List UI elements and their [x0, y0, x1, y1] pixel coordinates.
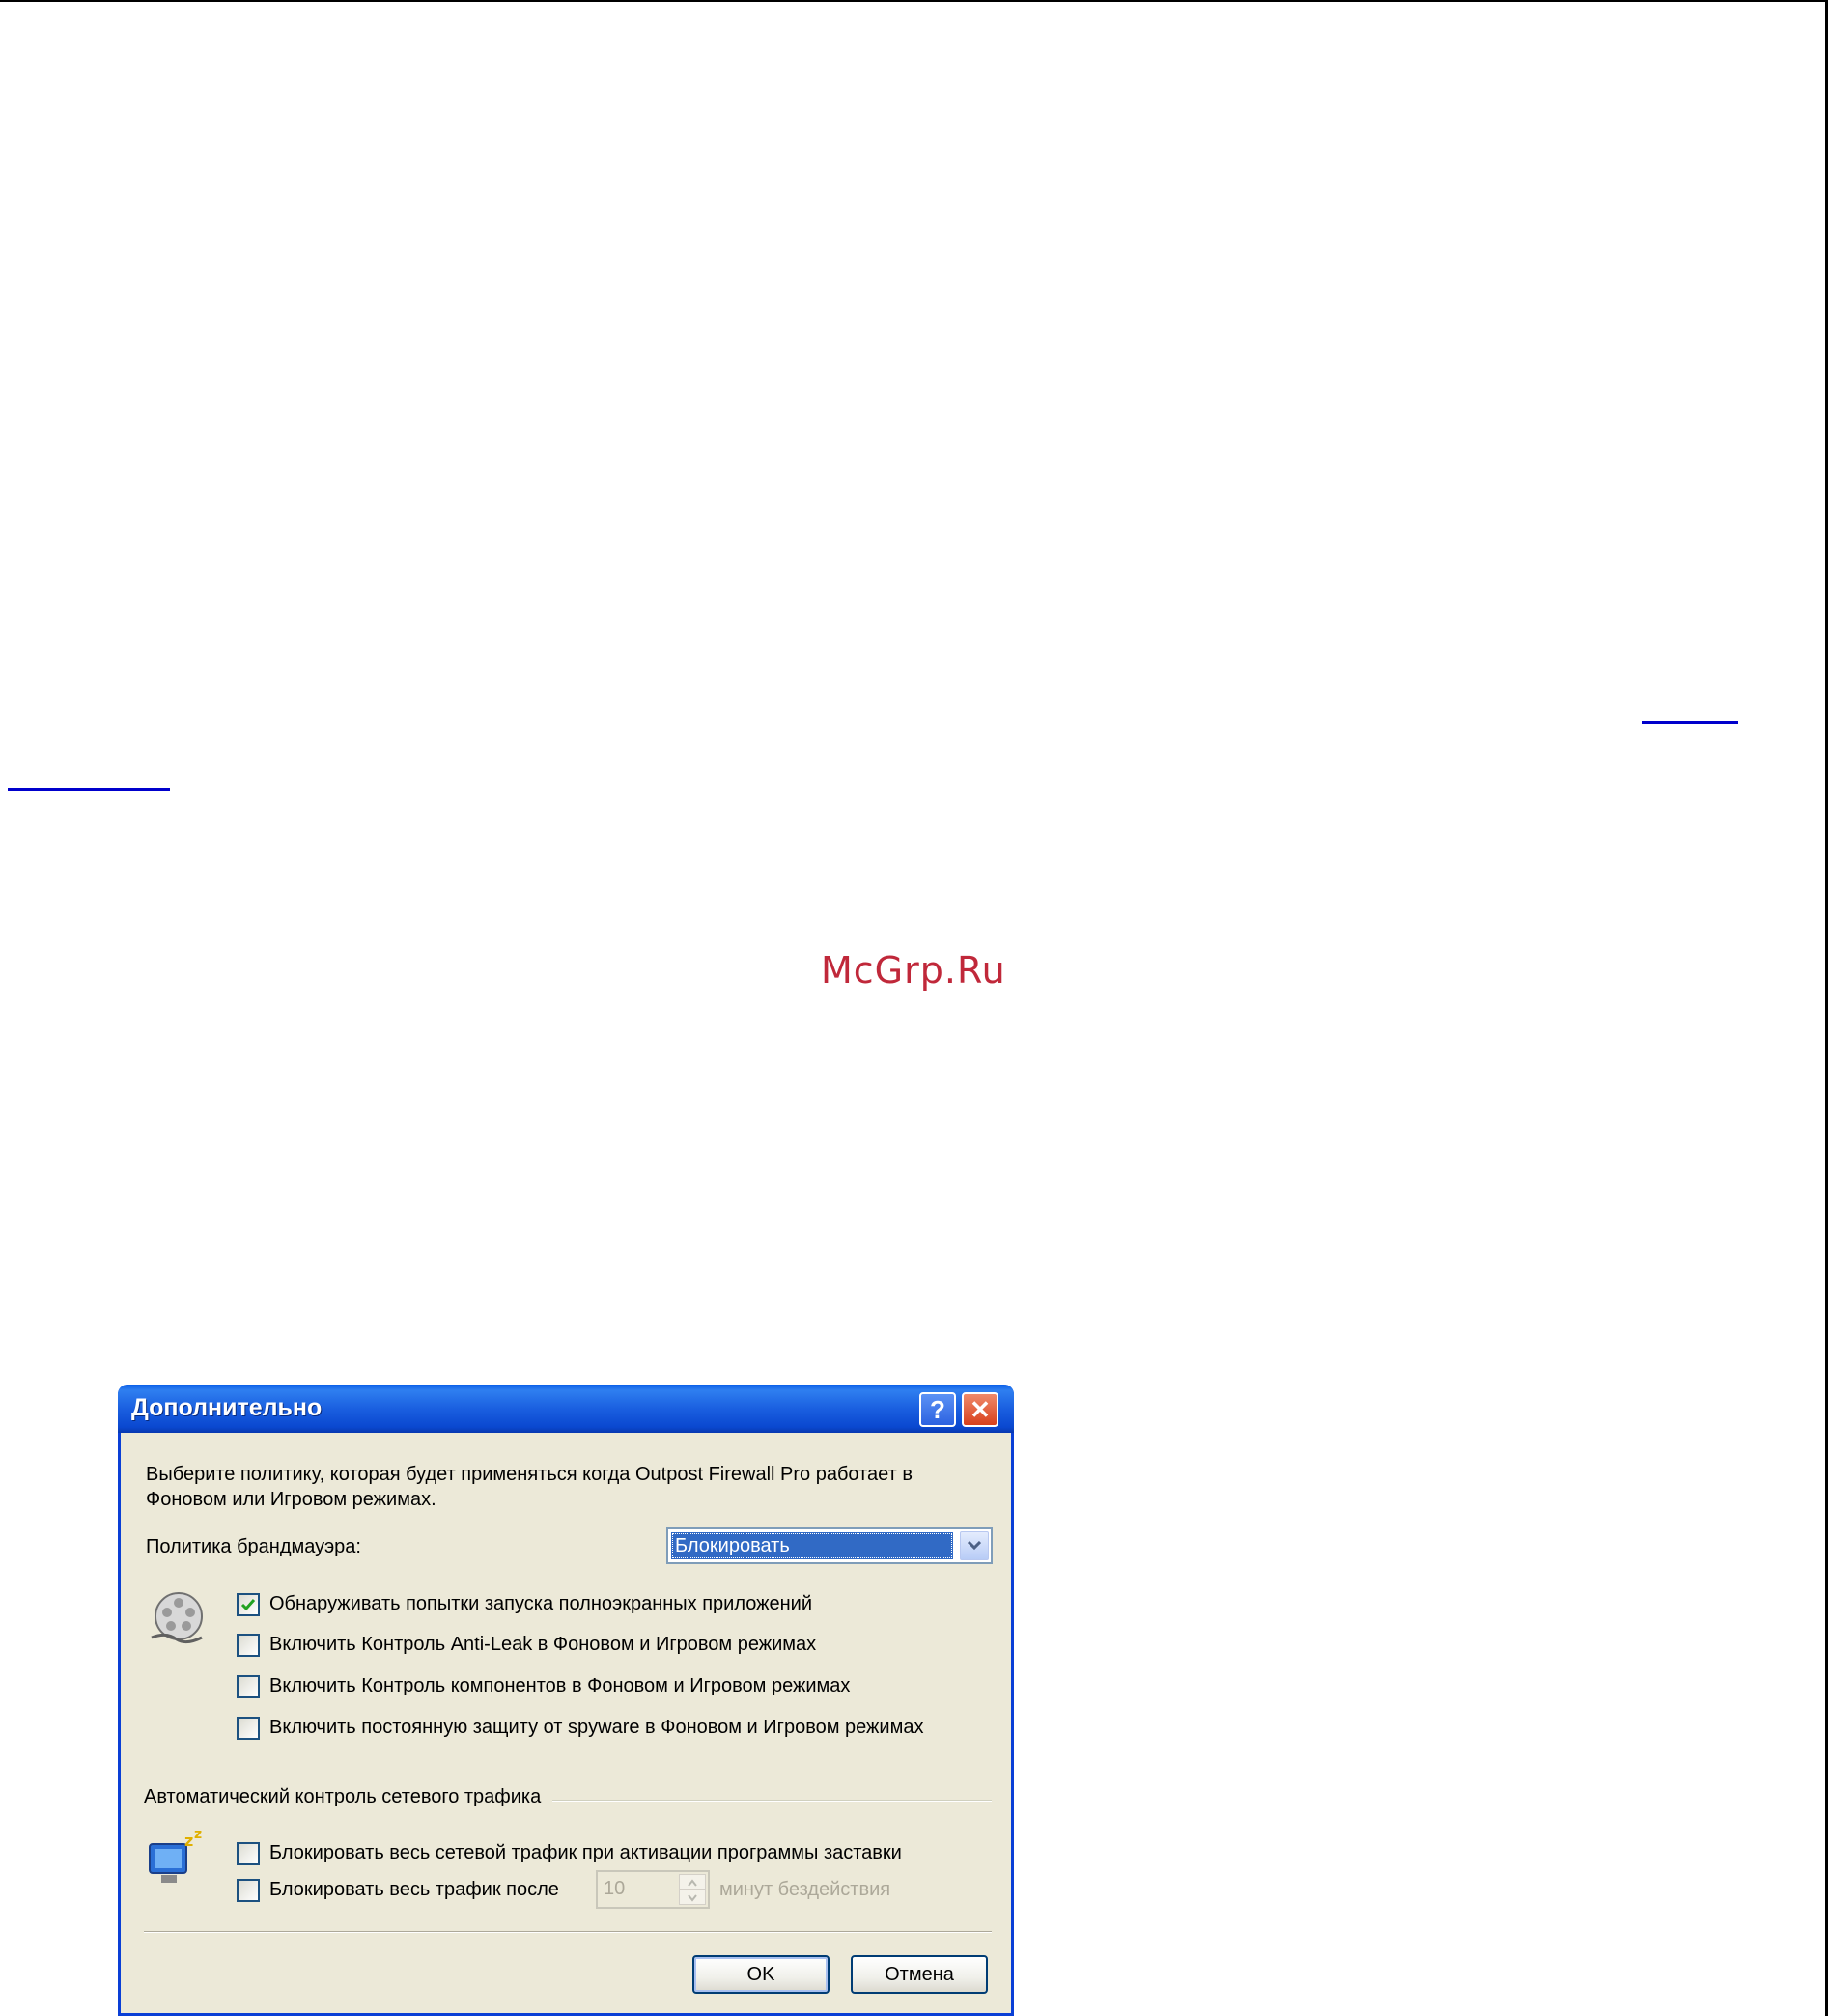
antileak-checkbox[interactable]: [237, 1634, 260, 1657]
hyperlink-underline[interactable]: [1642, 721, 1738, 724]
idle-block-checkbox[interactable]: [237, 1879, 260, 1902]
idle-minutes-stepper[interactable]: 10: [596, 1870, 710, 1909]
ok-button[interactable]: OK: [692, 1955, 830, 1994]
hyperlink-underline-continued[interactable]: [8, 788, 170, 791]
cancel-button[interactable]: Отмена: [851, 1955, 988, 1994]
chevron-down-icon[interactable]: [960, 1531, 989, 1560]
spyware-protection-checkbox[interactable]: [237, 1717, 260, 1740]
advanced-dialog: Дополнительно ? ✕ Выберите политику, кот…: [118, 1385, 1014, 2016]
button-separator: [144, 1931, 992, 1933]
close-button[interactable]: ✕: [962, 1392, 998, 1427]
stepper-up-button[interactable]: [679, 1874, 706, 1890]
stepper-down-button[interactable]: [679, 1890, 706, 1905]
screensaver-block-checkbox[interactable]: [237, 1842, 260, 1865]
idle-minutes-value: 10: [604, 1878, 626, 1899]
traffic-group-title: Автоматический контроль сетевого трафика: [144, 1786, 553, 1808]
component-control-checkbox[interactable]: [237, 1675, 260, 1698]
firewall-policy-value: Блокировать: [671, 1532, 953, 1559]
svg-text:z: z: [194, 1829, 202, 1842]
film-reel-icon: [151, 1592, 203, 1644]
stepper-buttons: [679, 1874, 706, 1905]
page-top-rule: [0, 0, 1828, 2]
firewall-policy-select[interactable]: Блокировать: [666, 1527, 993, 1564]
idle-minutes-suffix: минут бездействия: [719, 1879, 891, 1900]
checkbox-label: Включить Контроль Anti-Leak в Фоновом и …: [269, 1634, 817, 1655]
help-button[interactable]: ?: [919, 1392, 956, 1427]
svg-text:z: z: [184, 1832, 193, 1850]
checkbox-label: Блокировать весь сетевой трафик при акти…: [269, 1842, 902, 1863]
checkbox-label: Блокировать весь трафик после: [269, 1879, 559, 1900]
firewall-policy-label: Политика брандмауэра:: [146, 1536, 361, 1557]
watermark: McGrp.Ru: [821, 949, 1006, 992]
dialog-intro-text: Выберите политику, которая будет применя…: [146, 1464, 913, 1510]
dialog-title: Дополнительно: [131, 1394, 323, 1421]
checkbox-label: Включить постоянную защиту от spyware в …: [269, 1717, 924, 1738]
checkbox-label: Включить Контроль компонентов в Фоновом …: [269, 1675, 851, 1696]
monitor-sleep-icon: z z: [149, 1829, 202, 1883]
dialog-titlebar[interactable]: Дополнительно ? ✕: [118, 1385, 1014, 1433]
fullscreen-detect-checkbox[interactable]: [237, 1593, 260, 1616]
checkbox-label: Обнаруживать попытки запуска полноэкранн…: [269, 1593, 813, 1614]
